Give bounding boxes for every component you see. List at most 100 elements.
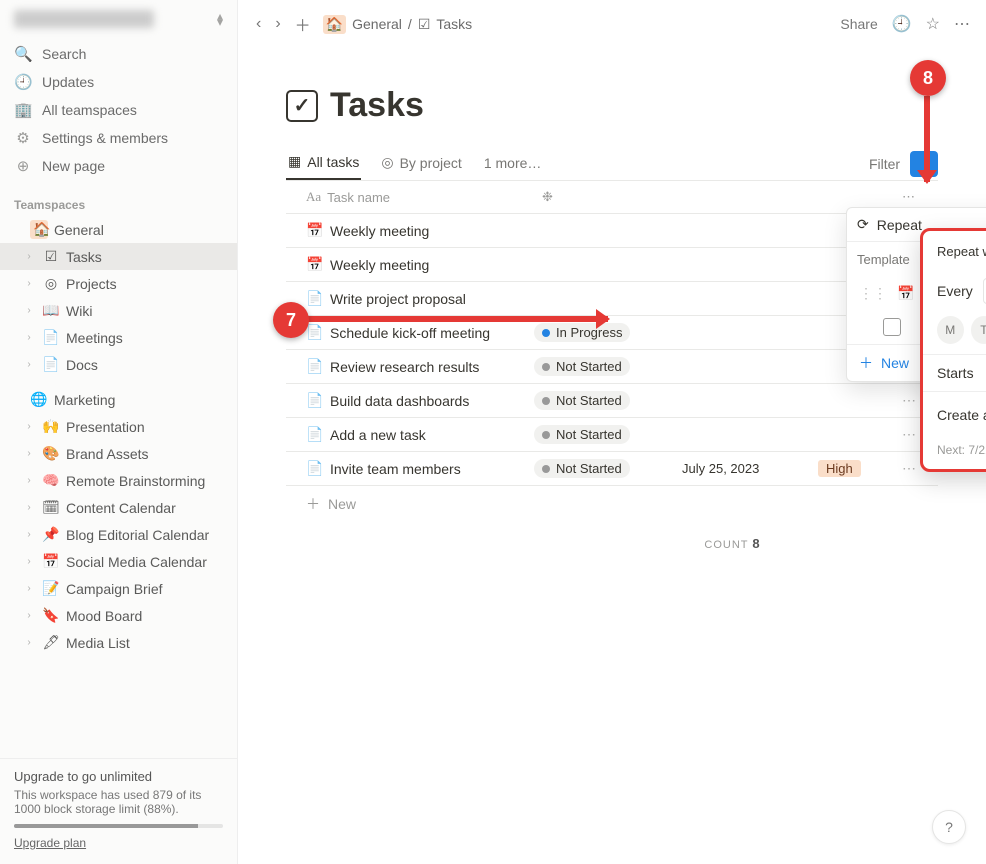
task-name[interactable]: Weekly meeting bbox=[330, 223, 429, 239]
due-cell[interactable] bbox=[674, 225, 814, 237]
new-row-button[interactable]: ＋New bbox=[286, 486, 938, 522]
caret-icon[interactable]: › bbox=[22, 251, 36, 262]
back-button[interactable]: ‹ bbox=[254, 13, 263, 35]
history-icon[interactable]: 🕘 bbox=[892, 14, 912, 34]
breadcrumb[interactable]: 🏠 General / ☑ Tasks bbox=[323, 15, 473, 34]
caret-icon[interactable]: › bbox=[22, 529, 36, 540]
table-row[interactable]: 📄Write project proposal⋯ bbox=[286, 282, 938, 316]
due-cell[interactable] bbox=[674, 259, 814, 271]
weekday-t-1[interactable]: T bbox=[971, 316, 986, 344]
caret-icon[interactable]: › bbox=[22, 556, 36, 567]
status-pill[interactable]: Not Started bbox=[534, 357, 630, 376]
caret-icon[interactable]: › bbox=[22, 278, 36, 289]
col-due[interactable] bbox=[674, 181, 814, 213]
due-cell[interactable] bbox=[674, 327, 814, 339]
nav-search[interactable]: 🔍Search bbox=[0, 40, 237, 68]
status-pill[interactable]: In Progress bbox=[534, 323, 630, 342]
new-row-label: New bbox=[328, 496, 356, 512]
caret-icon[interactable]: › bbox=[22, 421, 36, 432]
share-button[interactable]: Share bbox=[840, 16, 877, 32]
page-icon[interactable]: ✓ bbox=[286, 90, 318, 122]
caret-icon[interactable]: › bbox=[22, 448, 36, 459]
weekday-m-0[interactable]: M bbox=[937, 316, 964, 344]
task-name[interactable]: Invite team members bbox=[330, 461, 461, 477]
status-pill[interactable]: Not Started bbox=[534, 459, 630, 478]
page-blog-editorial-calendar[interactable]: ›📌Blog Editorial Calendar bbox=[0, 521, 237, 548]
page-remote-brainstorming[interactable]: ›🧠Remote Brainstorming bbox=[0, 467, 237, 494]
tree-label: Brand Assets bbox=[66, 446, 149, 462]
nav-new-page[interactable]: ⊕New page bbox=[0, 152, 237, 180]
table-row[interactable]: 📄Add a new taskNot Started⋯ bbox=[286, 418, 938, 452]
teamspace-general[interactable]: 🏠 General bbox=[0, 216, 237, 243]
task-name[interactable]: Write project proposal bbox=[330, 291, 466, 307]
priority-pill[interactable]: High bbox=[818, 460, 861, 477]
caret-icon[interactable]: › bbox=[22, 359, 36, 370]
table-row[interactable]: 📄Build data dashboardsNot Started⋯ bbox=[286, 384, 938, 418]
annotation-arrow-8 bbox=[924, 96, 930, 182]
caret-icon[interactable]: › bbox=[22, 610, 36, 621]
due-cell[interactable] bbox=[674, 361, 814, 373]
tree-label: Tasks bbox=[66, 249, 102, 265]
page-brand-assets[interactable]: › 🎨 Brand Assets bbox=[0, 440, 237, 467]
workspace-switcher[interactable]: ▴▾ bbox=[0, 0, 237, 38]
caret-icon[interactable]: › bbox=[22, 305, 36, 316]
teamspace-marketing[interactable]: 🌐 Marketing bbox=[0, 386, 237, 413]
table-row[interactable]: 📄Invite team membersNot StartedJuly 25, … bbox=[286, 452, 938, 486]
tab-by-project[interactable]: ◎By project bbox=[379, 148, 463, 179]
breadcrumb-home[interactable]: General bbox=[352, 16, 402, 32]
table-row[interactable]: 📄Review research resultsNot Started⋯ bbox=[286, 350, 938, 384]
drag-handle-icon[interactable]: ⋮⋮ bbox=[859, 285, 887, 302]
star-icon[interactable]: ☆ bbox=[926, 14, 940, 34]
table-row[interactable]: 📅Weekly meeting⋯ bbox=[286, 248, 938, 282]
due-cell[interactable]: July 25, 2023 bbox=[674, 455, 814, 482]
task-name[interactable]: Add a new task bbox=[330, 427, 426, 443]
task-name[interactable]: Weekly meeting bbox=[330, 257, 429, 273]
page-meetings[interactable]: ›📄Meetings bbox=[0, 324, 237, 351]
breadcrumb-page[interactable]: Tasks bbox=[436, 16, 472, 32]
page-wiki[interactable]: ›📖Wiki bbox=[0, 297, 237, 324]
upgrade-link[interactable]: Upgrade plan bbox=[14, 836, 86, 850]
page-projects[interactable]: ›◎Projects bbox=[0, 270, 237, 297]
new-tab-button[interactable]: ＋ bbox=[293, 10, 313, 38]
caret-icon[interactable]: › bbox=[22, 475, 36, 486]
task-name[interactable]: Review research results bbox=[330, 359, 479, 375]
table-row[interactable]: 📅Weekly meeting⋯ bbox=[286, 214, 938, 248]
nav-all-teamspaces[interactable]: 🏢All teamspaces bbox=[0, 96, 237, 124]
page-docs[interactable]: ›📄Docs bbox=[0, 351, 237, 378]
caret-icon[interactable]: › bbox=[22, 637, 36, 648]
page-presentation[interactable]: ›🙌Presentation bbox=[0, 413, 237, 440]
page-title-text[interactable]: Tasks bbox=[330, 86, 424, 125]
due-cell[interactable] bbox=[674, 395, 814, 407]
status-pill[interactable]: Not Started bbox=[534, 425, 630, 444]
help-button[interactable]: ? bbox=[932, 810, 966, 844]
tree-label: Projects bbox=[66, 276, 117, 292]
nav-label: Search bbox=[42, 46, 86, 62]
caret-icon[interactable]: › bbox=[22, 332, 36, 343]
status-pill[interactable]: Not Started bbox=[534, 391, 630, 410]
caret-icon[interactable]: › bbox=[22, 502, 36, 513]
page-content-calendar[interactable]: ›🗓Content Calendar bbox=[0, 494, 237, 521]
caret-icon[interactable]: › bbox=[22, 583, 36, 594]
task-name[interactable]: Build data dashboards bbox=[330, 393, 469, 409]
due-cell[interactable] bbox=[674, 293, 814, 305]
filter-button[interactable]: Filter bbox=[869, 156, 900, 172]
col-task-name[interactable]: AaTask name bbox=[286, 181, 534, 213]
tab-all-tasks[interactable]: ▦All tasks bbox=[286, 147, 361, 180]
page-emoji-icon: 🎨 bbox=[42, 445, 60, 462]
forward-button[interactable]: › bbox=[273, 13, 282, 35]
due-cell[interactable] bbox=[674, 429, 814, 441]
page-media-list[interactable]: ›🖋Media List bbox=[0, 629, 237, 656]
col-status[interactable]: ❉ bbox=[534, 181, 674, 213]
task-name[interactable]: Schedule kick-off meeting bbox=[330, 325, 490, 341]
page-social-media-calendar[interactable]: ›📅Social Media Calendar bbox=[0, 548, 237, 575]
page-emoji-icon: 🙌 bbox=[42, 418, 60, 435]
page-mood-board[interactable]: ›🔖Mood Board bbox=[0, 602, 237, 629]
more-icon[interactable]: ⋯ bbox=[954, 14, 970, 34]
page-tasks[interactable]: ›☑Tasks bbox=[0, 243, 237, 270]
nav-updates[interactable]: 🕘Updates bbox=[0, 68, 237, 96]
tab-more[interactable]: 1 more… bbox=[482, 149, 544, 179]
repeat-mode-dropdown[interactable]: Repeat weekly ⌄ bbox=[937, 244, 986, 260]
main: ‹ › ＋ 🏠 General / ☑ Tasks Share 🕘 ☆ ⋯ ✓ … bbox=[238, 0, 986, 864]
nav-settings-members[interactable]: ⚙Settings & members bbox=[0, 124, 237, 152]
page-campaign-brief[interactable]: ›📝Campaign Brief bbox=[0, 575, 237, 602]
